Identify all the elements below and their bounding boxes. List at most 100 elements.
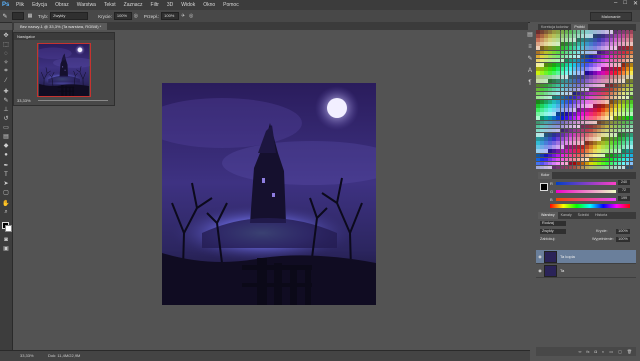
swatch[interactable] [560, 62, 565, 67]
swatch[interactable] [572, 104, 577, 108]
swatch[interactable] [576, 145, 581, 149]
swatch[interactable] [597, 157, 601, 162]
marquee-tool-icon[interactable]: ⬚ [2, 41, 10, 48]
swatch[interactable] [572, 30, 577, 34]
swatch[interactable] [560, 91, 565, 96]
swatch[interactable] [572, 157, 577, 162]
swatch[interactable] [548, 149, 552, 154]
swatch[interactable] [564, 62, 569, 67]
swatch[interactable] [536, 71, 540, 75]
swatch[interactable] [629, 165, 634, 170]
swatch[interactable] [580, 112, 585, 116]
swatch[interactable] [593, 67, 597, 71]
swatch[interactable] [536, 149, 540, 154]
swatch[interactable] [613, 62, 618, 67]
airbrush-icon[interactable]: ✈ [179, 13, 187, 19]
swatch[interactable] [593, 128, 597, 133]
swatch[interactable] [556, 83, 560, 88]
swatch[interactable] [540, 75, 544, 79]
swatch[interactable] [568, 153, 573, 158]
swatch[interactable] [589, 153, 593, 158]
swatch[interactable] [576, 83, 581, 88]
swatch[interactable] [593, 46, 597, 51]
swatch[interactable] [556, 54, 560, 59]
swatch[interactable] [617, 67, 622, 71]
swatch[interactable] [540, 54, 544, 59]
swatch[interactable] [568, 83, 573, 88]
swatch[interactable] [625, 104, 630, 108]
swatch[interactable] [540, 124, 544, 129]
swatch[interactable] [585, 46, 589, 51]
swatch[interactable] [536, 42, 540, 46]
swatch[interactable] [576, 42, 581, 46]
swatch[interactable] [552, 137, 556, 141]
swatch[interactable] [609, 34, 614, 38]
swatch[interactable] [609, 100, 614, 104]
swatch[interactable] [601, 54, 605, 59]
swatch[interactable] [540, 50, 544, 55]
swatch[interactable] [556, 30, 560, 34]
swatch[interactable] [580, 137, 585, 141]
swatch[interactable] [597, 54, 601, 59]
swatch[interactable] [572, 87, 577, 92]
swatch[interactable] [597, 34, 601, 38]
swatch[interactable] [605, 42, 609, 46]
swatch[interactable] [629, 38, 634, 42]
swatch[interactable] [629, 67, 634, 71]
brush-panel-icon[interactable]: ▦ [26, 13, 34, 19]
swatch[interactable] [585, 120, 589, 125]
swatch[interactable] [589, 141, 593, 145]
swatch[interactable] [560, 161, 565, 166]
swatch[interactable] [580, 104, 585, 108]
panel-history-icon[interactable]: ▤ [526, 32, 534, 39]
tab-color[interactable]: Kolor [538, 172, 553, 179]
swatch[interactable] [605, 91, 609, 96]
swatch[interactable] [552, 165, 556, 170]
swatch[interactable] [544, 67, 548, 71]
swatch[interactable] [548, 71, 552, 75]
swatch[interactable] [548, 54, 552, 59]
swatch[interactable] [597, 108, 601, 112]
swatch[interactable] [552, 141, 556, 145]
swatch[interactable] [629, 124, 634, 129]
swatch[interactable] [625, 157, 630, 162]
swatch[interactable] [556, 79, 560, 84]
swatch[interactable] [568, 112, 573, 116]
mode-select[interactable]: Zwykły [50, 12, 89, 20]
swatch[interactable] [544, 132, 548, 137]
swatch[interactable] [605, 128, 609, 133]
swatch[interactable] [605, 67, 609, 71]
swatch[interactable] [568, 34, 573, 38]
tab-layers[interactable]: Warstwy [538, 212, 558, 219]
swatch[interactable] [544, 104, 548, 108]
swatch[interactable] [564, 91, 569, 96]
swatch[interactable] [540, 71, 544, 75]
swatch[interactable] [585, 132, 589, 137]
swatch[interactable] [572, 54, 577, 59]
swatch[interactable] [605, 112, 609, 116]
swatch[interactable] [585, 104, 589, 108]
swatch[interactable] [593, 79, 597, 84]
swatch[interactable] [572, 58, 577, 63]
swatch[interactable] [617, 165, 622, 170]
swatch[interactable] [556, 132, 560, 137]
brush-tool-icon[interactable]: ✎ [0, 13, 10, 20]
swatch[interactable] [593, 137, 597, 141]
swatch[interactable] [605, 46, 609, 51]
swatch[interactable] [629, 54, 634, 59]
swatch[interactable] [597, 165, 601, 170]
swatch[interactable] [556, 58, 560, 63]
swatch[interactable] [580, 124, 585, 129]
swatch[interactable] [564, 165, 569, 170]
swatch[interactable] [585, 50, 589, 55]
swatch[interactable] [589, 124, 593, 129]
swatch[interactable] [597, 112, 601, 116]
swatch[interactable] [597, 124, 601, 129]
swatch[interactable] [613, 141, 618, 145]
swatch[interactable] [597, 50, 601, 55]
slider-b[interactable] [556, 198, 616, 201]
swatch[interactable] [589, 42, 593, 46]
swatch[interactable] [580, 116, 585, 121]
swatch[interactable] [609, 75, 614, 79]
swatch[interactable] [560, 137, 565, 141]
